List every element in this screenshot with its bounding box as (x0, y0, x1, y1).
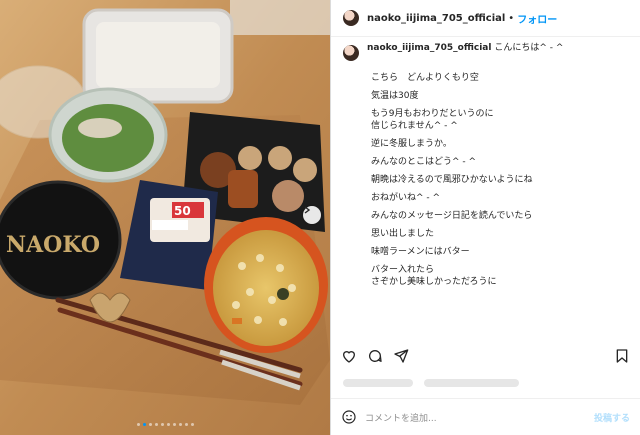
save-button[interactable] (614, 348, 630, 364)
price-tag-text: 50 (174, 204, 191, 218)
share-button[interactable] (393, 348, 409, 364)
carousel-indicator (0, 423, 330, 426)
bookmark-icon (616, 349, 628, 363)
username-link[interactable]: naoko_iijima_705_official (367, 13, 505, 24)
carousel-dot (190, 423, 194, 426)
caption-line: 気温は30度 (371, 91, 419, 101)
avatar[interactable] (343, 45, 359, 61)
caption-line: みんなのとこはどう^ - ^ (371, 157, 477, 167)
carousel-dot (136, 423, 140, 426)
blurred-text (343, 378, 413, 387)
heart-icon (342, 351, 356, 363)
follow-button[interactable]: フォロー (517, 11, 557, 26)
post-side-panel: naoko_iijima_705_official • フォロー naoko_i… (330, 0, 640, 435)
separator-dot: • (508, 12, 515, 24)
chevron-right-icon (304, 206, 311, 214)
action-bar (331, 345, 640, 367)
next-photo-button[interactable] (303, 206, 321, 224)
blurred-text (424, 378, 520, 387)
post-header: naoko_iijima_705_official • フォロー (331, 0, 640, 37)
caption-line: 朝晩は冷えるので風邪ひかないようにね (371, 175, 533, 185)
comment-icon (369, 350, 382, 362)
caption: naoko_iijima_705_official こんにちは^ - ^ こちら… (343, 42, 632, 288)
carousel-dot (166, 423, 170, 426)
comment-input[interactable]: コメントを追加... (365, 411, 594, 424)
comment-bar: コメントを追加... 投稿する (331, 398, 640, 435)
share-icon (394, 349, 409, 363)
caption-line: 思い出しました (371, 229, 435, 239)
carousel-dot (178, 423, 182, 426)
caption-username[interactable]: naoko_iijima_705_official (367, 43, 491, 53)
carousel-dot (160, 423, 164, 426)
emoji-icon[interactable] (341, 409, 357, 425)
caption-line: みんなのメッセージ日記を読んでいたら (371, 211, 533, 221)
caption-line: おねがいね^ - ^ (371, 193, 441, 203)
caption-line: バター入れたら (371, 265, 435, 275)
caption-line: さぞかし美味しかっただろうに (371, 277, 497, 287)
lid-logo-text: NAOKO (6, 232, 100, 258)
caption-line: 味噌ラーメンにはバター (371, 247, 470, 257)
likes-summary-blurred (343, 372, 573, 388)
caption-line: 信じられません^ - ^ (371, 121, 458, 131)
caption-line: こちら どんよりくもり空 (371, 73, 479, 83)
carousel-dot (148, 423, 152, 426)
post-comment-button[interactable]: 投稿する (594, 411, 630, 424)
carousel-dot (184, 423, 188, 426)
caption-line: 逆に冬服しまうか。 (371, 139, 452, 149)
like-button[interactable] (341, 348, 357, 364)
comment-button[interactable] (367, 348, 383, 364)
carousel-dot (172, 423, 176, 426)
post-photo[interactable]: NAOKO 50 (0, 0, 330, 435)
food-photo-illustration: NAOKO 50 (0, 0, 330, 435)
carousel-dot (154, 423, 158, 426)
avatar[interactable] (343, 10, 359, 26)
caption-intro: こんにちは^ - ^ (494, 43, 564, 53)
carousel-dot-active (142, 423, 146, 426)
caption-line: もう9月もおわりだというのに (371, 109, 494, 119)
